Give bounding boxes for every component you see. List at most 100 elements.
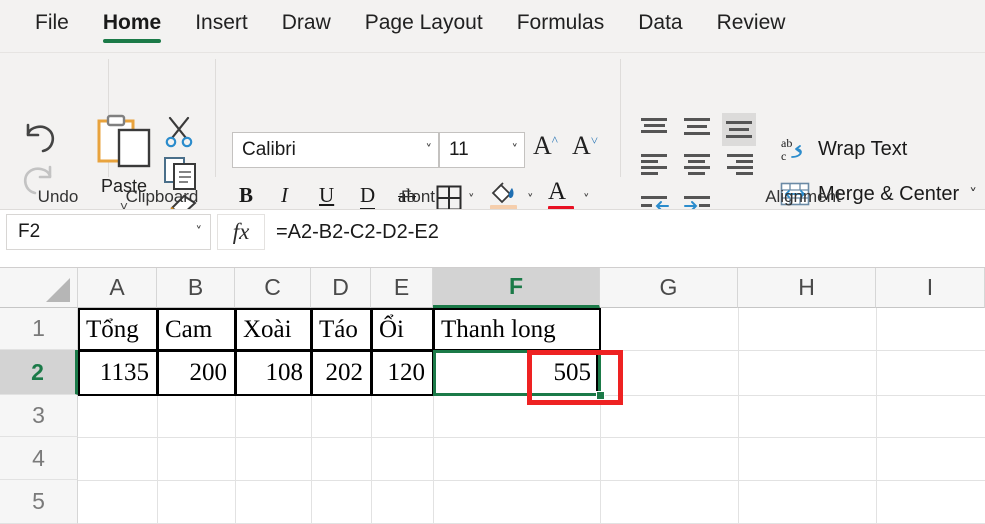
shrink-font-letter: A [572,131,591,160]
column-header-h-label: H [798,274,815,300]
svg-text:ab: ab [781,136,792,150]
font-name-chevron-down-icon[interactable]: ˅ [426,143,433,158]
row-header-4-label: 4 [32,444,45,471]
row-header-2-label: 2 [31,358,44,385]
column-header-e[interactable]: E [371,268,433,308]
cell-d1-value: Táo [319,315,358,343]
wrap-text-button[interactable]: ab c Wrap Text [780,135,907,163]
row-header-3-label: 3 [32,402,45,428]
formula-text: =A2-B2-C2-D2-E2 [276,220,439,243]
tab-file[interactable]: File [18,0,86,52]
fill-handle[interactable] [596,391,605,400]
group-label-font: Font [400,187,436,206]
cell-f2-value: 505 [553,359,592,386]
tab-draw-label: Draw [281,11,331,34]
gridline-v-i [876,308,877,524]
name-box-chevron-down-icon[interactable]: ˅ [196,225,203,240]
align-left-button[interactable] [641,153,667,181]
decrease-font-size-button[interactable]: A˅ [572,131,598,161]
column-header-d[interactable]: D [311,268,371,308]
cell-c2[interactable]: 108 [235,350,312,396]
cell-e2[interactable]: 120 [371,350,434,396]
text-cursor [596,354,598,392]
column-header-i-label: I [926,274,934,300]
font-name-value: Calibri [242,139,296,160]
row-header-4[interactable]: 4 [0,437,78,480]
cell-b2[interactable]: 200 [157,350,236,396]
tab-home[interactable]: Home [86,0,178,52]
insert-function-button[interactable]: fx [217,214,265,250]
column-header-g[interactable]: G [600,268,738,308]
align-bottom-button[interactable] [722,113,756,146]
tab-formulas[interactable]: Formulas [500,0,622,52]
group-label-alignment: Alignment [765,187,841,206]
tab-data[interactable]: Data [621,0,699,52]
row-header-3[interactable]: 3 [0,395,78,437]
row-header-1[interactable]: 1 [0,308,78,350]
cell-f2[interactable]: 505 [436,353,598,393]
font-size-value: 11 [449,139,469,160]
column-header-i[interactable]: I [876,268,985,308]
gridline-h-4 [78,437,985,438]
cell-f1[interactable]: Thanh long [433,308,601,351]
column-header-c-label: C [264,274,281,300]
cell-d1[interactable]: Táo [311,308,372,351]
cell-a2[interactable]: 1135 [78,350,158,396]
column-header-f[interactable]: F [433,268,600,308]
row-header-1-label: 1 [32,315,45,341]
undo-button[interactable] [18,121,62,164]
cell-c2-value: 108 [265,359,304,386]
cut-button[interactable] [162,115,198,154]
tab-review-label: Review [716,11,786,34]
formula-input[interactable]: =A2-B2-C2-D2-E2 [270,214,980,250]
cell-c1-value: Xoài [243,315,292,343]
cell-f1-value: Thanh long [441,315,556,343]
tab-file-label: File [35,11,69,34]
tab-page-layout-label: Page Layout [364,11,483,34]
align-center-button[interactable] [684,153,710,181]
excel-window: File Home Insert Draw Page Layout Formul… [0,0,985,524]
cell-d2[interactable]: 202 [311,350,372,396]
scissors-icon [165,116,193,148]
ribbon: Paste ˅ Calibri ˅ 11 ˅ A^ A˅ B I U D ab … [0,52,985,223]
cell-d2-value: 202 [325,359,364,386]
cell-a1[interactable]: Tổng [78,308,158,351]
align-middle-button[interactable] [684,117,710,139]
group-label-undo: Undo [37,187,79,206]
cell-a1-value: Tổng [86,315,139,343]
cell-c1[interactable]: Xoài [235,308,312,351]
undo-arrow-icon [26,123,55,153]
tab-data-label: Data [638,11,683,34]
tab-page-layout[interactable]: Page Layout [348,0,500,52]
increase-font-size-icon: ^ [551,133,558,148]
align-top-button[interactable] [641,117,667,139]
active-tab-underline [102,39,162,43]
column-header-c[interactable]: C [235,268,311,308]
row-header-2[interactable]: 2 [0,350,78,395]
align-right-button[interactable] [727,153,753,181]
group-separator-font [620,59,621,177]
column-header-d-label: D [332,274,349,300]
tab-draw[interactable]: Draw [265,0,348,52]
column-header-h[interactable]: H [738,268,876,308]
row-header-5[interactable]: 5 [0,480,78,524]
column-header-e-label: E [393,274,410,300]
column-header-b[interactable]: B [157,268,235,308]
select-all-triangle-icon [46,278,70,302]
name-box[interactable]: F2 ˅ [6,214,211,250]
font-name-combobox[interactable]: Calibri ˅ [232,132,439,168]
fx-icon: fx [232,219,250,244]
font-size-combobox[interactable]: 11 ˅ [439,132,525,168]
gridline-v-h [738,308,739,524]
ribbon-tab-bar: File Home Insert Draw Page Layout Formul… [0,0,985,52]
cell-b1[interactable]: Cam [157,308,236,351]
column-header-a[interactable]: A [78,268,157,308]
cell-e1-value: Ổi [379,315,404,343]
select-all-button[interactable] [0,268,78,308]
font-size-chevron-down-icon[interactable]: ˅ [512,143,519,158]
tab-insert[interactable]: Insert [178,0,265,52]
tab-review[interactable]: Review [700,0,803,52]
cell-e1[interactable]: Ổi [371,308,434,351]
ribbon-group-labels: Undo Clipboard Font Alignment [0,182,985,210]
increase-font-size-button[interactable]: A^ [533,131,558,161]
